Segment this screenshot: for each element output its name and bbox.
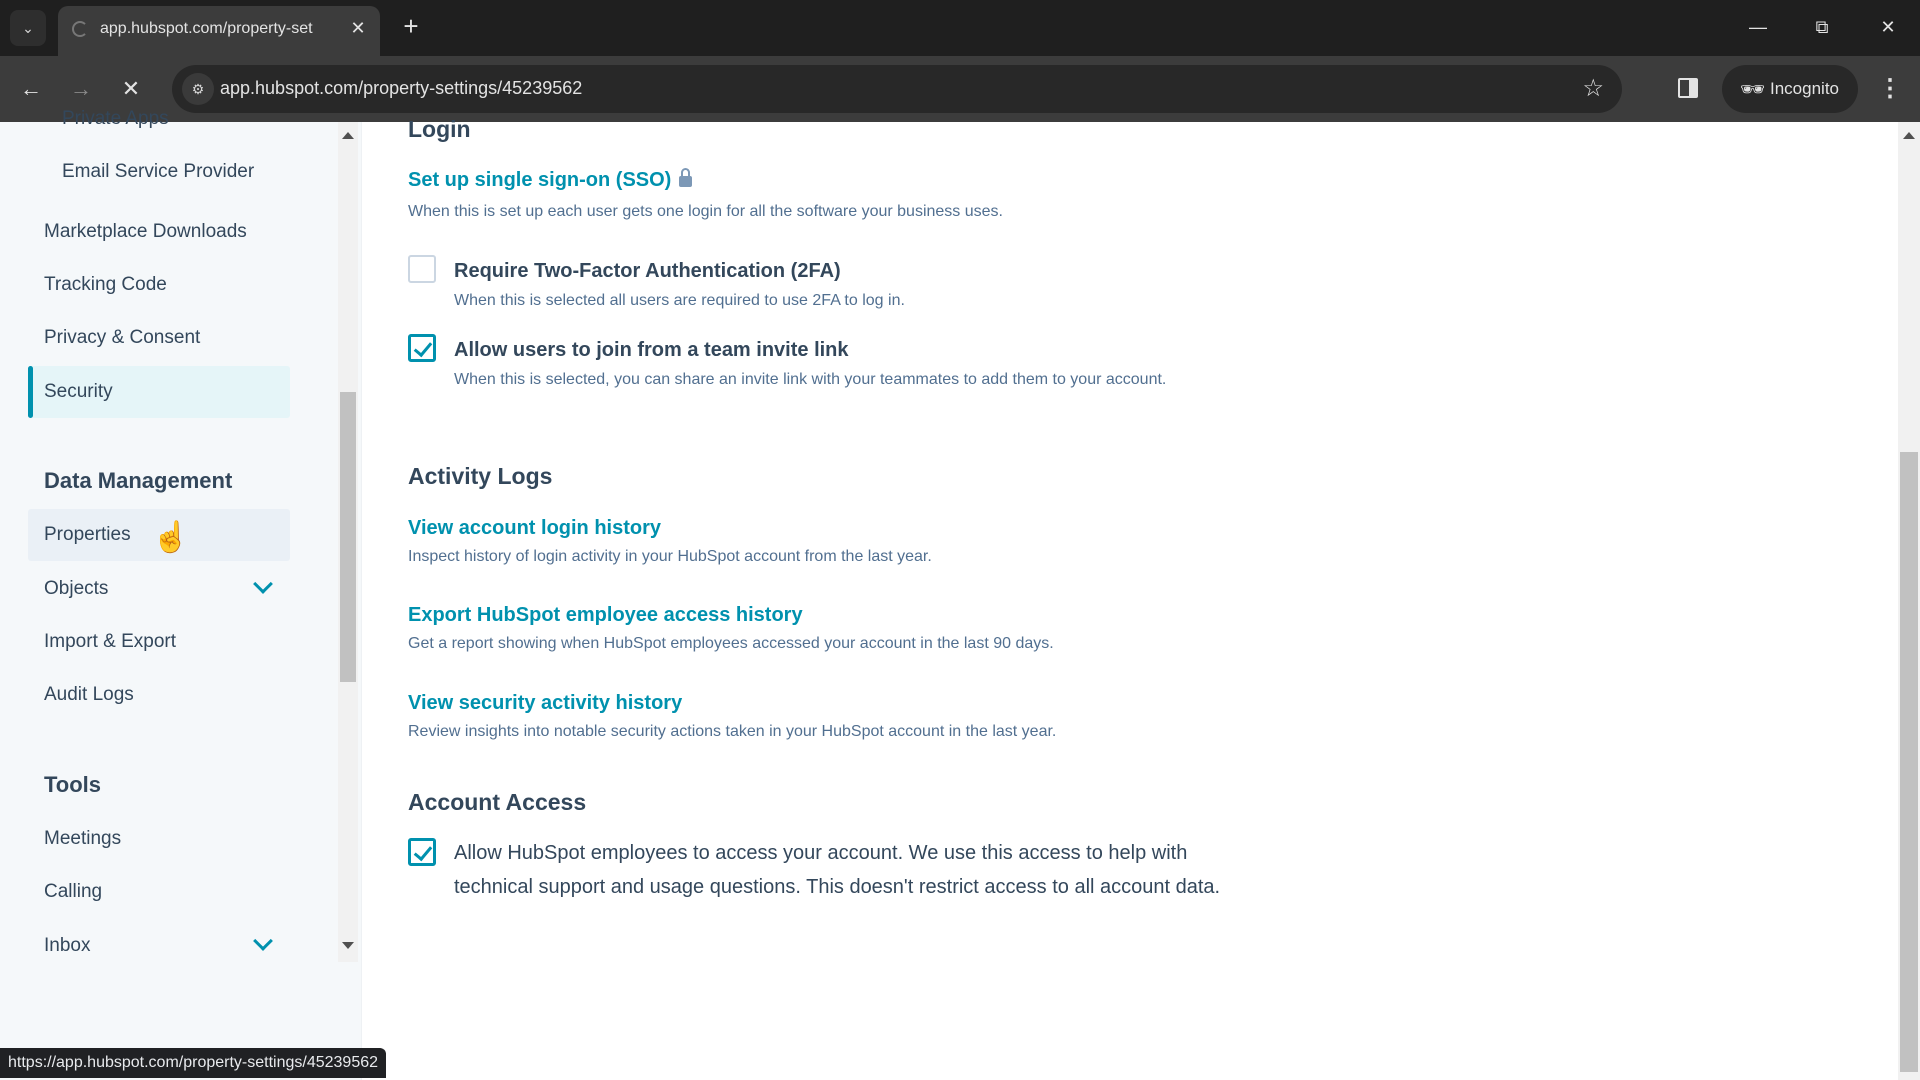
sso-link[interactable]: Set up single sign-on (SSO) <box>408 168 693 192</box>
sidebar-item-inbox[interactable]: Inbox <box>28 920 290 972</box>
two-factor-description: When this is selected all users are requ… <box>454 292 905 309</box>
sidebar-item-label: Calling <box>44 881 103 902</box>
address-bar[interactable]: ⚙ app.hubspot.com/property-settings/4523… <box>172 65 1622 113</box>
sidebar-heading-tools: Tools <box>44 772 102 797</box>
employee-access-checkbox[interactable] <box>408 838 436 866</box>
hand-pointer-cursor-icon: ☝ <box>152 521 190 554</box>
link-status-bar: https://app.hubspot.com/property-setting… <box>0 1048 387 1078</box>
tab-search-button[interactable]: ⌄ <box>10 10 46 46</box>
side-panel-icon[interactable] <box>1678 78 1698 98</box>
bookmark-star-icon[interactable]: ☆ <box>1582 75 1604 103</box>
sidebar-item-label: Meetings <box>44 828 122 849</box>
team-invite-label[interactable]: Allow users to join from a team invite l… <box>454 339 849 362</box>
back-icon[interactable]: ← <box>14 72 48 106</box>
sidebar-item-label: Security <box>44 381 113 402</box>
sidebar-item-privacy-consent[interactable]: Privacy & Consent <box>28 312 290 364</box>
sidebar-item-label: Objects <box>44 578 109 599</box>
sidebar-item-label: Email Service Provider <box>62 161 255 182</box>
loading-icon <box>72 21 88 37</box>
sidebar-item-label: Inbox <box>44 935 91 956</box>
tab-title: app.hubspot.com/property-set <box>100 20 313 37</box>
more-menu-icon[interactable]: ⋮ <box>1878 72 1902 106</box>
scroll-down-arrow-icon[interactable] <box>342 942 354 949</box>
chevron-down-icon <box>253 574 273 594</box>
incognito-label: Incognito <box>1770 79 1839 98</box>
sidebar-item-email-service-provider[interactable]: Email Service Provider <box>28 146 290 198</box>
browser-tab-active[interactable]: app.hubspot.com/property-set ✕ <box>58 6 380 56</box>
close-tab-icon[interactable]: ✕ <box>346 16 370 40</box>
sidebar-item-audit-logs[interactable]: Audit Logs <box>28 669 290 721</box>
scroll-up-arrow-icon[interactable] <box>342 132 354 139</box>
login-history-description: Inspect history of login activity in you… <box>408 548 932 565</box>
section-title-account-access: Account Access <box>408 789 587 815</box>
scroll-up-arrow-icon[interactable] <box>1903 132 1915 139</box>
sidebar-item-import-export[interactable]: Import & Export <box>28 616 290 668</box>
section-title-activity-logs: Activity Logs <box>408 463 553 489</box>
sidebar-item-label: Properties <box>44 524 131 545</box>
security-activity-history-link[interactable]: View security activity history <box>408 692 682 715</box>
sso-description: When this is set up each user gets one l… <box>408 203 1003 220</box>
employee-access-label[interactable]: Allow HubSpot employees to access your a… <box>454 836 1234 904</box>
page: Private Apps Email Service Provider Mark… <box>0 108 1920 1080</box>
new-tab-button[interactable]: + <box>396 12 426 42</box>
sidebar-item-label: Marketplace Downloads <box>44 221 247 242</box>
section-title-login: Login <box>408 116 471 142</box>
incognito-icon: 🕶 <box>1740 79 1766 101</box>
minimize-icon[interactable]: — <box>1738 12 1778 42</box>
lock-icon <box>679 168 693 187</box>
close-window-icon[interactable]: ✕ <box>1868 12 1908 42</box>
restore-icon[interactable]: ⧉ <box>1802 12 1842 42</box>
forward-icon[interactable]: → <box>64 72 98 106</box>
browser-toolbar: ← → ✕ ⚙ app.hubspot.com/property-setting… <box>0 56 1920 122</box>
url-text[interactable]: app.hubspot.com/property-settings/452395… <box>220 78 582 99</box>
security-settings-content: Login Set up single sign-on (SSO) When t… <box>362 116 1920 1080</box>
sidebar-item-label: Privacy & Consent <box>44 327 201 348</box>
page-scrollbar-thumb[interactable] <box>1900 452 1918 1072</box>
security-activity-history-description: Review insights into notable security ac… <box>408 723 1057 740</box>
sidebar-item-tracking-code[interactable]: Tracking Code <box>28 259 290 311</box>
employee-access-history-link[interactable]: Export HubSpot employee access history <box>408 604 803 627</box>
sidebar-item-meetings[interactable]: Meetings <box>28 813 290 865</box>
two-factor-label[interactable]: Require Two-Factor Authentication (2FA) <box>454 260 841 283</box>
stop-loading-icon[interactable]: ✕ <box>114 72 148 106</box>
chevron-down-icon <box>253 931 273 951</box>
sidebar-item-marketplace-downloads[interactable]: Marketplace Downloads <box>28 206 290 258</box>
incognito-badge[interactable]: 🕶 Incognito <box>1722 65 1858 113</box>
sidebar-scrollbar-thumb[interactable] <box>340 392 356 682</box>
sidebar-item-label: Import & Export <box>44 631 176 652</box>
sidebar-item-calling[interactable]: Calling <box>28 866 290 918</box>
site-info-icon[interactable]: ⚙ <box>182 73 214 105</box>
team-invite-description: When this is selected, you can share an … <box>454 371 1167 388</box>
chevron-down-icon: ⌄ <box>22 19 34 36</box>
employee-access-history-description: Get a report showing when HubSpot employ… <box>408 635 1054 652</box>
settings-sidebar: Private Apps Email Service Provider Mark… <box>0 108 362 1080</box>
login-history-link[interactable]: View account login history <box>408 517 661 540</box>
sidebar-item-objects[interactable]: Objects <box>28 563 290 615</box>
sidebar-item-label: Tracking Code <box>44 274 167 295</box>
two-factor-checkbox[interactable] <box>408 255 436 283</box>
sso-link-text: Set up single sign-on (SSO) <box>408 169 672 191</box>
sidebar-item-private-apps[interactable]: Private Apps <box>62 108 169 130</box>
browser-tab-bar: ⌄ app.hubspot.com/property-set ✕ + — ⧉ ✕ <box>0 0 1920 56</box>
team-invite-checkbox[interactable] <box>408 334 436 362</box>
sidebar-item-label: Audit Logs <box>44 684 134 705</box>
sidebar-item-security[interactable]: Security <box>28 366 290 418</box>
sidebar-heading-data-management: Data Management <box>44 468 233 493</box>
